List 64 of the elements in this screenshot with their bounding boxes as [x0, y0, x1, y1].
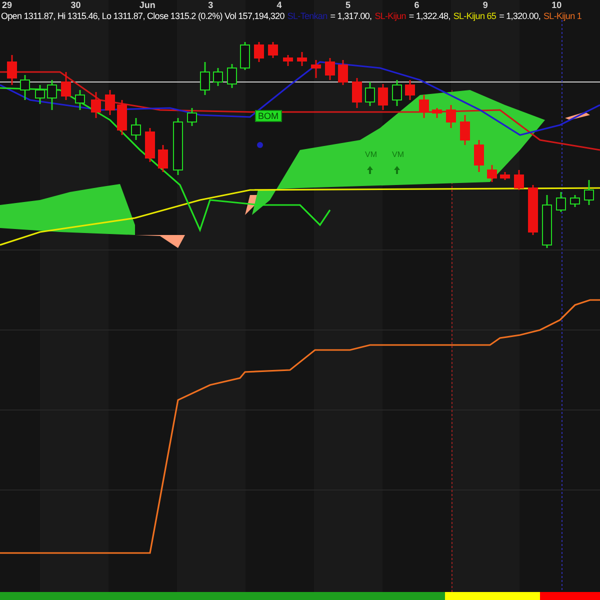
- legend-text: Open 1311.87, Hi 1315.46, Lo 1311.87, Close 1315.2 (0.2%) Vol 157,194,320: [1, 10, 284, 23]
- date-label: 10: [552, 0, 562, 10]
- signal-label: VM: [365, 150, 377, 160]
- candlestick: [7, 55, 17, 85]
- candlestick: [105, 90, 115, 115]
- date-label: 4: [276, 0, 282, 10]
- candlestick: [311, 60, 321, 78]
- candlestick: [419, 95, 429, 118]
- candlestick: [570, 195, 580, 207]
- candlestick: [227, 64, 237, 88]
- candlestick: [91, 92, 101, 118]
- cloud-area: [565, 112, 590, 120]
- candlestick: [446, 105, 456, 128]
- legend-text: SL-Kijun: [374, 10, 406, 23]
- date-label: Jun: [139, 0, 156, 10]
- legend-text: SL-Tenkan: [287, 10, 328, 23]
- candlestick: [283, 55, 293, 66]
- candlestick: [145, 128, 155, 162]
- candlestick: [268, 42, 278, 58]
- candlestick: [325, 58, 335, 80]
- legend-text: SL-Kijun 1: [544, 10, 582, 23]
- date-label: 6: [414, 0, 420, 10]
- candlestick: [158, 145, 168, 172]
- date-label: 5: [346, 0, 351, 10]
- candlestick: [432, 108, 442, 118]
- candlestick: [297, 52, 307, 66]
- candlestick: [75, 90, 85, 110]
- candlestick: [500, 172, 510, 180]
- dot-icon: [257, 142, 263, 148]
- candlestick: [131, 118, 141, 140]
- date-label: 3: [208, 0, 214, 10]
- candlestick: [474, 140, 484, 172]
- candlestick: [187, 108, 197, 126]
- candlestick: [61, 72, 71, 100]
- candlestick: [487, 165, 497, 182]
- legend-text: = 1,317.00,: [330, 10, 372, 23]
- up-arrow-icon: [367, 166, 373, 174]
- date-label: 9: [482, 0, 488, 10]
- candlestick: [352, 78, 362, 108]
- candlestick: [584, 180, 594, 205]
- candlestick: [365, 82, 375, 106]
- candlestick: [47, 80, 57, 110]
- candlestick: [556, 192, 566, 212]
- candlestick: [213, 68, 223, 86]
- candlestick: [117, 100, 127, 135]
- signal-label: BOM: [255, 110, 282, 122]
- candlestick: [405, 80, 415, 100]
- date-label: 29: [2, 0, 12, 10]
- date-label: 30: [70, 0, 81, 10]
- candlestick: [460, 115, 470, 145]
- candlestick: [378, 84, 388, 110]
- candlestick: [200, 62, 210, 95]
- candlestick: [338, 60, 348, 85]
- candlestick: [528, 185, 538, 235]
- legend-text: = 1,320.00,: [499, 10, 541, 23]
- candlestick: [542, 195, 552, 248]
- candlestick: [392, 80, 402, 106]
- up-arrow-icon: [394, 166, 400, 174]
- legend-text: SL-Kijun 65: [453, 10, 496, 23]
- candlestick: [20, 75, 30, 100]
- signal-label: VM: [392, 150, 404, 160]
- candlestick: [254, 42, 264, 62]
- candlestick: [514, 170, 524, 190]
- legend-text: = 1,322.48,: [408, 10, 450, 23]
